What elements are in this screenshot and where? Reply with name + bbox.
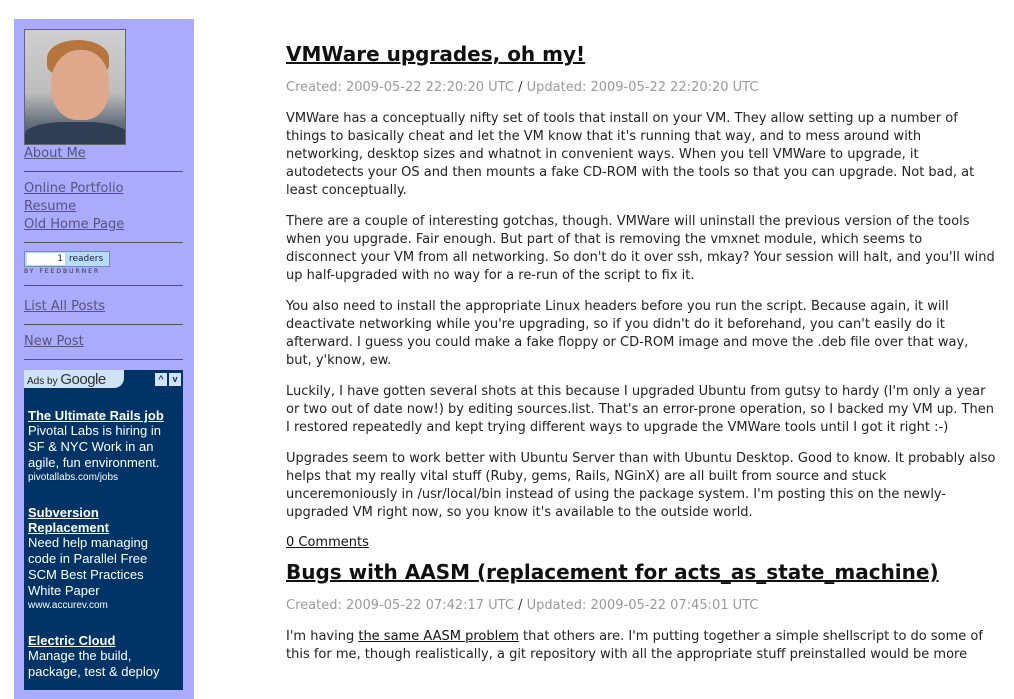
post-meta: Created: 2009-05-22 22:20:20 UTC / Updat… [286,79,996,97]
about-me-link[interactable]: About Me [24,145,184,163]
post-updated: Updated: 2009-05-22 07:45:01 UTC [526,598,759,613]
post-meta: Created: 2009-05-22 07:42:17 UTC / Updat… [286,597,996,615]
divider [24,285,183,286]
divider [24,242,183,243]
ad-title-link[interactable]: Subversion Replacement [28,505,179,535]
ad-item: Subversion Replacement Need help managin… [24,505,183,613]
online-portfolio-link[interactable]: Online Portfolio [24,180,184,198]
divider [24,171,183,172]
ad-title-link[interactable]: The Ultimate Rails job [28,408,179,423]
comments-link[interactable]: 0 Comments [286,534,369,552]
resume-link[interactable]: Resume [24,198,184,216]
ad-item: Electric Cloud Manage the build, package… [24,633,183,680]
post-paragraph: Upgrades seem to work better with Ubuntu… [286,451,996,520]
ad-title-link[interactable]: Electric Cloud [28,633,179,648]
feedburner-byline: BY FEEDBURNER [24,268,101,275]
post: VMWare upgrades, oh my! Created: 2009-05… [286,40,996,552]
feedburner-readers-label: readers [69,254,104,264]
meta-separator: / [518,80,523,95]
ad-body: Manage the build, package, test & deploy [28,648,160,679]
divider [24,324,183,325]
google-ads-block: Ads by Google ^ v The Ultimate Rails job… [24,370,183,690]
post-created: Created: 2009-05-22 07:42:17 UTC [286,598,514,613]
aasm-problem-link[interactable]: the same AASM problem [358,629,519,644]
main-content: VMWare upgrades, oh my! Created: 2009-05… [286,40,996,664]
ads-by-label: Ads by Google [27,371,106,388]
sidebar: About Me Online Portfolio Resume Old Hom… [14,19,194,699]
avatar [24,29,126,145]
post-updated: Updated: 2009-05-22 22:20:20 UTC [526,80,759,95]
divider [24,359,183,360]
ad-body: Pivotal Labs is hiring in SF & NYC Work … [28,423,161,470]
post-paragraph: You also need to install the appropriate… [286,299,969,368]
ads-header: Ads by Google ^ v [24,370,183,388]
ads-prev-icon[interactable]: ^ [155,372,167,386]
post-paragraph: There are a couple of interesting gotcha… [286,214,995,283]
old-home-page-link[interactable]: Old Home Page [24,216,184,234]
post-title-link[interactable]: VMWare upgrades, oh my! [286,40,585,68]
feedburner-badge[interactable]: 1 readers BY FEEDBURNER [24,251,184,275]
feedburner-counter: 1 readers [24,251,110,267]
post-paragraph: I'm having the same AASM problem that ot… [286,628,996,664]
ads-next-icon[interactable]: v [169,372,181,386]
meta-separator: / [518,598,523,613]
list-all-posts-link[interactable]: List All Posts [24,298,184,316]
ads-by-text: Ads by [27,375,58,387]
ad-url[interactable]: pivotallabs.com/jobs [28,471,179,485]
ad-body: Need help managing code in Parallel Free… [28,535,148,598]
google-logo: Google [60,370,106,388]
post-title-link[interactable]: Bugs with AASM (replacement for acts_as_… [286,558,939,586]
post-paragraph: Luckily, I have gotten several shots at … [286,384,994,435]
ad-item: The Ultimate Rails job Pivotal Labs is h… [24,408,183,485]
post-paragraph: VMWare has a conceptually nifty set of t… [286,111,975,198]
feedburner-count: 1 [27,253,65,265]
new-post-link[interactable]: New Post [24,333,184,351]
ad-url[interactable]: www.accurev.com [28,599,179,613]
ads-nav: ^ v [155,372,181,386]
post-created: Created: 2009-05-22 22:20:20 UTC [286,80,514,95]
post: Bugs with AASM (replacement for acts_as_… [286,558,996,664]
intro-text: I'm having [286,629,359,644]
